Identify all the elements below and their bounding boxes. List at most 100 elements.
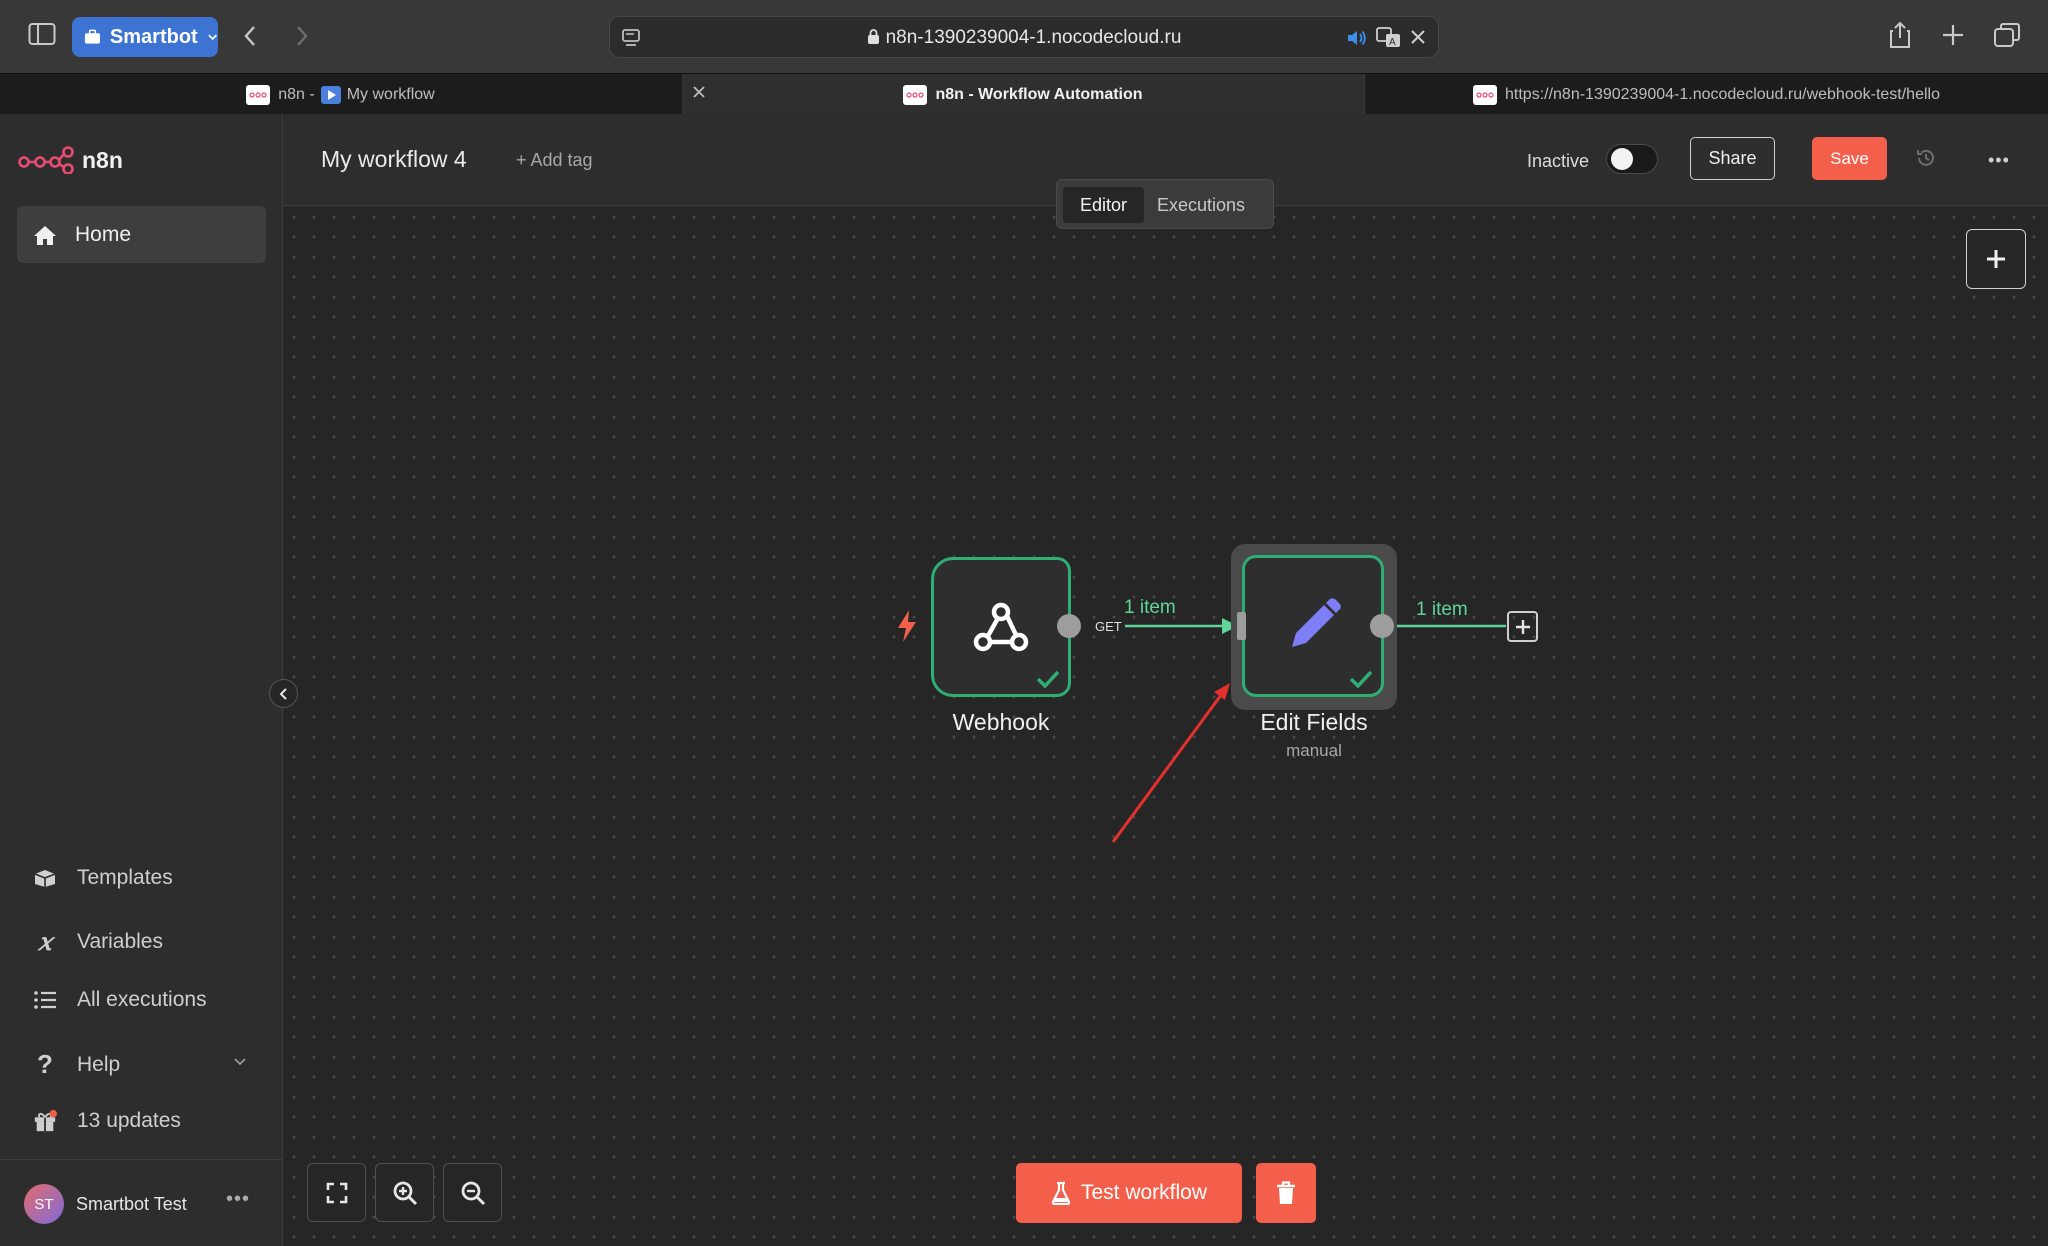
sidebar-item-variables[interactable]: 𝑥 Variables (33, 927, 163, 956)
success-check-icon (1036, 670, 1060, 688)
test-workflow-label: Test workflow (1080, 1181, 1208, 1204)
node-label: Edit Fields (1260, 709, 1368, 735)
sidebar: n8n Home Templates 𝑥 Variables All execu… (0, 114, 283, 1246)
node-label: Webhook (952, 709, 1050, 735)
tab-strip: n8n - My workflow n8n - Workflow Automat… (0, 73, 2048, 115)
n8n-logo[interactable]: n8n (18, 146, 123, 174)
user-name: Smartbot Test (76, 1194, 187, 1214)
fullscreen-icon (326, 1182, 347, 1203)
append-node-button[interactable] (1507, 611, 1538, 642)
node-edit-fields[interactable] (1242, 555, 1384, 697)
test-workflow-button[interactable]: Test workflow (1016, 1163, 1242, 1223)
plus-icon (1515, 619, 1530, 634)
briefcase-icon (84, 29, 100, 44)
zoom-in-icon (393, 1181, 417, 1205)
node-webhook[interactable] (931, 557, 1071, 697)
sidebar-item-label: All executions (77, 988, 207, 1011)
sidebar-item-label: Home (75, 222, 132, 246)
url-text: n8n-1390239004-1.nocodecloud.ru (885, 27, 1182, 48)
translate-icon[interactable]: A (1376, 27, 1402, 49)
play-favicon-icon (320, 85, 341, 104)
tab-prefix: n8n - (278, 85, 315, 103)
home-icon (34, 225, 56, 245)
tab-executions[interactable]: Executions (1157, 187, 1245, 223)
zoom-out-icon (461, 1181, 485, 1205)
address-bar[interactable]: n8n-1390239004-1.nocodecloud.ru A (609, 16, 1439, 58)
add-tag-button[interactable]: + Add tag (516, 150, 593, 171)
save-button[interactable]: Save (1812, 137, 1887, 180)
pencil-icon (1292, 598, 1341, 647)
share-button[interactable]: Share (1690, 137, 1775, 180)
gift-icon (33, 1109, 57, 1133)
box-icon (33, 868, 57, 888)
output-handle[interactable] (1370, 614, 1394, 638)
n8n-favicon-icon (903, 84, 928, 105)
sidebar-item-label: 13 updates (77, 1109, 181, 1132)
active-status-label: Inactive (1527, 151, 1590, 171)
sidebar-item-help[interactable]: ? Help (33, 1049, 246, 1080)
tab-editor[interactable]: Editor (1063, 187, 1144, 223)
sidebar-item-home[interactable]: Home (17, 206, 266, 263)
sidebar-item-all-executions[interactable]: All executions (33, 988, 207, 1012)
svg-text:A: A (1389, 37, 1396, 48)
tab-overview-icon[interactable] (1993, 22, 2021, 48)
profile-button[interactable]: Smartbot (72, 17, 218, 57)
new-tab-icon[interactable] (1941, 23, 1965, 47)
n8n-favicon-icon (1473, 84, 1497, 105)
node-subtitle: manual (1286, 741, 1342, 760)
plus-icon (1987, 250, 2005, 268)
tab-title: n8n - Workflow Automation (935, 85, 1143, 103)
chevron-down-icon (233, 1057, 247, 1066)
chevron-down-icon (208, 34, 217, 41)
tab-webhook-test[interactable]: https://n8n-1390239004-1.nocodecloud.ru/… (1365, 74, 2048, 115)
workflow-name[interactable]: My workflow 4 (321, 146, 467, 173)
list-icon (33, 990, 57, 1010)
trash-icon (1277, 1181, 1295, 1204)
sidebar-toggle-icon[interactable] (28, 22, 56, 46)
edge-item-count: 1 item (1124, 597, 1176, 618)
zoom-out-button[interactable] (443, 1163, 502, 1222)
sidebar-item-updates[interactable]: 13 updates (33, 1109, 181, 1133)
speaker-icon[interactable] (1346, 28, 1368, 48)
profile-label: Smartbot (109, 25, 198, 48)
sidebar-item-templates[interactable]: Templates (33, 866, 173, 890)
active-toggle[interactable] (1606, 144, 1658, 174)
browser-toolbar: Smartbot n8n-1390239004-1.nocodecloud.ru… (0, 0, 2048, 73)
sidebar-item-label: Templates (77, 866, 173, 889)
more-options-icon[interactable]: ••• (1988, 150, 2010, 171)
zoom-in-button[interactable] (375, 1163, 434, 1222)
more-icon[interactable]: ••• (226, 1188, 250, 1211)
collapse-sidebar-button[interactable] (269, 679, 298, 708)
output-handle[interactable] (1057, 614, 1081, 638)
tab-workflow-automation[interactable]: n8n - Workflow Automation (682, 74, 1364, 115)
history-icon[interactable] (1915, 147, 1937, 169)
tab-my-workflow[interactable]: n8n - My workflow (0, 74, 681, 115)
share-icon[interactable] (1888, 20, 1912, 50)
webhook-icon (973, 602, 1029, 652)
logo-text: n8n (82, 146, 123, 173)
tab-close-icon[interactable] (692, 85, 706, 99)
question-icon: ? (37, 1049, 53, 1079)
sidebar-item-label: Help (77, 1052, 121, 1076)
n8n-logo-icon (18, 146, 74, 174)
workflow-canvas[interactable] (284, 207, 2048, 1246)
lock-icon (867, 28, 880, 45)
forward-icon[interactable] (294, 24, 310, 48)
trigger-bolt-icon (896, 609, 918, 643)
avatar: ST (24, 1184, 64, 1224)
fit-view-button[interactable] (307, 1163, 366, 1222)
variable-icon: 𝑥 (38, 927, 52, 956)
n8n-favicon-icon (246, 84, 271, 105)
input-handle[interactable] (1237, 612, 1246, 640)
delete-button[interactable] (1256, 1163, 1316, 1223)
edge-method-label: GET (1095, 619, 1122, 634)
tab-title: My workflow (346, 85, 435, 103)
add-node-button[interactable] (1966, 229, 2026, 289)
close-icon[interactable] (1410, 29, 1426, 45)
flask-icon (1051, 1181, 1071, 1205)
editor-executions-switch: Editor Executions (1056, 179, 1274, 229)
back-icon[interactable] (242, 24, 258, 48)
tab-title: https://n8n-1390239004-1.nocodecloud.ru/… (1505, 85, 1940, 103)
user-menu[interactable]: ST Smartbot Test ••• (0, 1159, 283, 1246)
sidebar-item-label: Variables (77, 929, 163, 953)
